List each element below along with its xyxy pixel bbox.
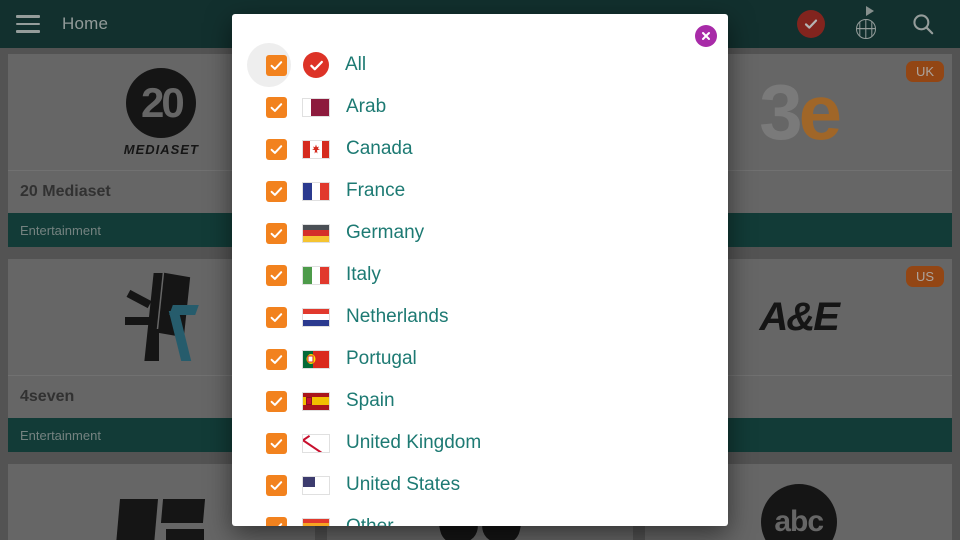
- country-badge: US: [905, 266, 945, 287]
- list-item-portugal[interactable]: Portugal: [232, 338, 728, 380]
- play-triangle-icon: [866, 6, 874, 16]
- page-title: Home: [62, 14, 109, 33]
- list-item-spain[interactable]: Spain: [232, 380, 728, 422]
- hamburger-line: [16, 22, 40, 26]
- checkbox-netherlands[interactable]: [266, 306, 287, 328]
- list-item-italy[interactable]: Italy: [232, 254, 728, 296]
- app-root: Home 20 MEDIASET 20 Mediaset Entertainme…: [0, 0, 960, 540]
- flag-netherlands: [302, 307, 330, 327]
- checkbox-arab[interactable]: [266, 96, 287, 118]
- list-item-label: Spain: [346, 390, 395, 411]
- mediaset-20-mark: 20: [126, 67, 197, 138]
- checkbox-united-kingdom[interactable]: [266, 432, 287, 454]
- hamburger-menu-icon[interactable]: [16, 15, 40, 33]
- checkbox-other[interactable]: [266, 516, 287, 526]
- list-item-label: Other: [346, 516, 394, 526]
- globe-play-icon-art: [852, 6, 882, 40]
- flag-france: [302, 181, 330, 201]
- 3e-logo: 3e: [759, 67, 842, 158]
- list-item-label: Netherlands: [346, 306, 449, 327]
- ae-logo: A&E: [759, 294, 839, 339]
- list-item-all[interactable]: All: [232, 43, 728, 87]
- list-item-label: United States: [346, 474, 461, 495]
- flag-germany: [302, 223, 330, 243]
- app-bar-actions: [796, 6, 938, 40]
- search-icon[interactable]: [908, 9, 938, 39]
- flag-canada: [302, 139, 330, 159]
- flag-italy: [302, 265, 330, 285]
- list-item-netherlands[interactable]: Netherlands: [232, 296, 728, 338]
- globe-icon: [856, 19, 876, 39]
- country-badge: UK: [905, 61, 945, 82]
- globe-play-icon[interactable]: [852, 6, 882, 40]
- check-icon-circle: [797, 10, 825, 38]
- country-filter-dialog: All Arab Canada France Germany Italy Net…: [232, 14, 728, 526]
- flag-other-rainbow: [302, 517, 330, 526]
- list-item-other[interactable]: Other: [232, 506, 728, 526]
- flag-portugal: [302, 349, 330, 369]
- list-item-united-kingdom[interactable]: United Kingdom: [232, 422, 728, 464]
- flag-spain: [302, 391, 330, 411]
- 3e-glyph-3: 3: [759, 67, 802, 156]
- checkbox-spain[interactable]: [266, 390, 287, 412]
- 3e-glyph-e: e: [798, 67, 842, 156]
- checkbox-united-states[interactable]: [266, 474, 287, 496]
- flag-qatar: [302, 97, 330, 117]
- check-icon[interactable]: [796, 9, 826, 39]
- list-item-label: France: [346, 180, 406, 201]
- list-item-arab[interactable]: Arab: [232, 86, 728, 128]
- blocks-logo: [116, 499, 206, 540]
- close-icon[interactable]: [695, 25, 717, 47]
- checkbox-all[interactable]: [266, 54, 287, 76]
- list-item-france[interactable]: France: [232, 170, 728, 212]
- list-item-united-states[interactable]: United States: [232, 464, 728, 506]
- channel4-4seven-logo: [123, 271, 200, 363]
- list-item-label: Canada: [346, 138, 413, 159]
- checkbox-france[interactable]: [266, 180, 287, 202]
- hamburger-line: [16, 30, 40, 33]
- list-item-label: United Kingdom: [346, 432, 482, 453]
- list-item-label: Germany: [346, 222, 425, 243]
- list-item-label: Portugal: [346, 348, 417, 369]
- all-red-check-icon: [303, 52, 329, 78]
- list-item-canada[interactable]: Canada: [232, 128, 728, 170]
- abc-logo: abc: [760, 484, 837, 540]
- list-item-label: Italy: [346, 264, 381, 285]
- checkbox-germany[interactable]: [266, 222, 287, 244]
- flag-united-kingdom: [302, 433, 330, 453]
- mediaset-wordmark: MEDIASET: [123, 141, 199, 157]
- mediaset-20-logo: 20 MEDIASET: [123, 67, 199, 157]
- flag-united-states: [302, 475, 330, 495]
- checkbox-portugal[interactable]: [266, 348, 287, 370]
- checkbox-italy[interactable]: [266, 264, 287, 286]
- hamburger-line: [16, 15, 40, 18]
- list-item-germany[interactable]: Germany: [232, 212, 728, 254]
- list-item-label: Arab: [346, 96, 387, 117]
- list-item-label: All: [345, 54, 367, 75]
- checkbox-canada[interactable]: [266, 138, 287, 160]
- country-list[interactable]: All Arab Canada France Germany Italy Net…: [232, 14, 728, 526]
